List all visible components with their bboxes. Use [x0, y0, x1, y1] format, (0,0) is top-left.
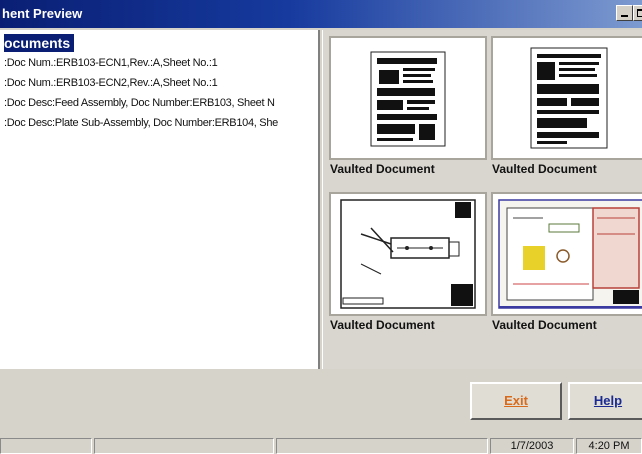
document-thumbnail-image[interactable]	[491, 192, 642, 316]
maximize-button[interactable]	[633, 5, 642, 21]
thumbnail-item[interactable]: Vaulted Document	[487, 188, 642, 340]
thumbnail-caption: Vaulted Document	[330, 162, 435, 176]
document-preview-window: hent Preview ocuments :Doc Num.:ERB103-E…	[0, 0, 642, 454]
thumbnail-item[interactable]: Vaulted Document	[487, 32, 642, 184]
document-thumbnail-image[interactable]	[329, 36, 487, 160]
thumbnail-caption: Vaulted Document	[492, 162, 597, 176]
minimize-button[interactable]	[616, 5, 633, 21]
title-bar[interactable]: hent Preview	[0, 0, 642, 28]
document-thumbnail-image[interactable]	[491, 36, 642, 160]
text-document-preview	[530, 47, 608, 149]
text-document-preview	[370, 51, 446, 147]
tree-item[interactable]: :Doc Desc:Feed Assembly, Doc Number:ERB1…	[4, 97, 275, 109]
minimize-icon	[621, 15, 628, 17]
thumbnail-caption: Vaulted Document	[330, 318, 435, 332]
maximize-icon	[637, 9, 642, 17]
thumbnail-item[interactable]: Vaulted Document	[325, 188, 487, 340]
colored-drawing-preview	[498, 199, 642, 309]
document-tree[interactable]: ocuments :Doc Num.:ERB103-ECN1,Rev.:A,Sh…	[0, 30, 320, 369]
exit-button-label: Exit	[504, 393, 528, 408]
status-panel-empty	[0, 438, 92, 454]
tree-item[interactable]: :Doc Num.:ERB103-ECN2,Rev.:A,Sheet No.:1	[4, 77, 218, 89]
thumbnail-panel: Vaulted Document Vaulted Document Vaulte…	[322, 30, 642, 369]
thumbnail-item[interactable]: Vaulted Document	[325, 32, 487, 184]
tree-item[interactable]: :Doc Desc:Plate Sub-Assembly, Doc Number…	[4, 117, 278, 129]
window-title: hent Preview	[2, 6, 83, 21]
exit-button[interactable]: Exit	[470, 382, 562, 420]
status-panel-empty	[276, 438, 488, 454]
status-bar: 1/7/2003 4:20 PM	[0, 436, 642, 454]
drawing-preview	[340, 199, 476, 309]
help-button-label: Help	[593, 393, 623, 408]
status-date: 1/7/2003	[490, 438, 574, 454]
help-button[interactable]: Help	[568, 382, 642, 420]
thumbnail-caption: Vaulted Document	[492, 318, 597, 332]
status-time: 4:20 PM	[576, 438, 642, 454]
document-thumbnail-image[interactable]	[329, 192, 487, 316]
button-area: Exit Help	[0, 370, 642, 434]
tree-item[interactable]: :Doc Num.:ERB103-ECN1,Rev.:A,Sheet No.:1	[4, 57, 218, 69]
tree-root-documents[interactable]: ocuments	[4, 34, 75, 52]
status-panel-empty	[94, 438, 274, 454]
